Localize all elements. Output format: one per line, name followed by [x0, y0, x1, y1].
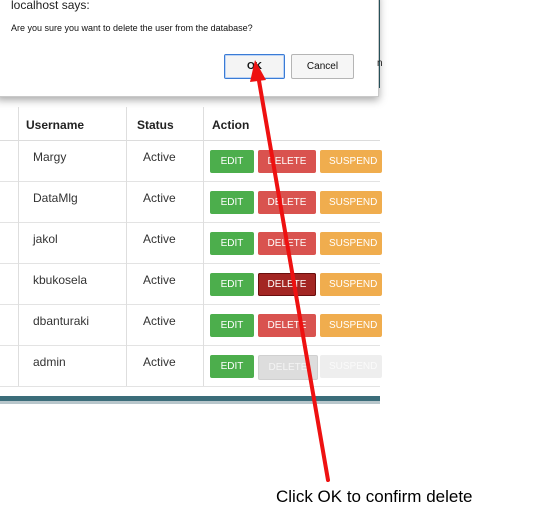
suspend-button[interactable]: SUSPEND — [320, 273, 382, 296]
username-cell: jakol — [33, 232, 58, 246]
status-cell: Active — [143, 191, 176, 205]
table-row: dbanturaki Active EDIT DELETE SUSPEND — [0, 304, 382, 346]
username-cell: Margy — [33, 150, 67, 164]
suspend-button-disabled: SUSPEND — [320, 355, 382, 378]
table-row: jakol Active EDIT DELETE SUSPEND — [0, 222, 382, 264]
status-cell: Active — [143, 355, 176, 369]
table-row: DataMlg Active EDIT DELETE SUSPEND — [0, 181, 382, 223]
edit-button[interactable]: EDIT — [210, 150, 254, 173]
ok-button[interactable]: OK — [224, 54, 285, 79]
edit-button[interactable]: EDIT — [210, 232, 254, 255]
edit-button[interactable]: EDIT — [210, 314, 254, 337]
dialog-message: Are you sure you want to delete the user… — [11, 23, 253, 33]
annotation-caption: Click OK to confirm delete — [276, 487, 473, 506]
cancel-button[interactable]: Cancel — [291, 54, 354, 79]
username-cell: kbukosela — [33, 273, 88, 287]
status-cell: Active — [143, 150, 176, 164]
header-action: Action — [212, 118, 250, 132]
delete-button-disabled: DELETE — [258, 355, 318, 380]
suspend-button[interactable]: SUSPEND — [320, 232, 382, 255]
status-cell: Active — [143, 232, 176, 246]
status-cell: Active — [143, 273, 176, 287]
suspend-button[interactable]: SUSPEND — [320, 191, 382, 214]
background-text-fragment: n — [377, 58, 383, 69]
table-row: kbukosela Active EDIT DELETE SUSPEND — [0, 263, 382, 305]
table-row: Margy Active EDIT DELETE SUSPEND — [0, 140, 382, 182]
username-cell: admin — [33, 355, 66, 369]
column-divider — [126, 107, 127, 386]
edit-button[interactable]: EDIT — [210, 355, 254, 378]
column-divider — [18, 107, 19, 386]
table-row: admin Active EDIT DELETE SUSPEND — [0, 345, 382, 387]
delete-button[interactable]: DELETE — [258, 150, 316, 173]
username-cell: dbanturaki — [33, 314, 90, 328]
edit-button[interactable]: EDIT — [210, 273, 254, 296]
column-divider — [203, 107, 204, 386]
header-status: Status — [137, 118, 174, 132]
dialog-title: localhost says: — [11, 0, 90, 12]
status-cell: Active — [143, 314, 176, 328]
suspend-button[interactable]: SUSPEND — [320, 314, 382, 337]
header-username: Username — [26, 118, 85, 132]
table-header: Username Status Action — [0, 107, 380, 141]
delete-button[interactable]: DELETE — [258, 314, 316, 337]
delete-button[interactable]: DELETE — [258, 191, 316, 214]
username-cell: DataMlg — [33, 191, 78, 205]
footer-shadow — [0, 401, 380, 404]
delete-button-active[interactable]: DELETE — [258, 273, 316, 296]
delete-button[interactable]: DELETE — [258, 232, 316, 255]
confirm-dialog: localhost says: Are you sure you want to… — [0, 0, 379, 97]
edit-button[interactable]: EDIT — [210, 191, 254, 214]
suspend-button[interactable]: SUSPEND — [320, 150, 382, 173]
